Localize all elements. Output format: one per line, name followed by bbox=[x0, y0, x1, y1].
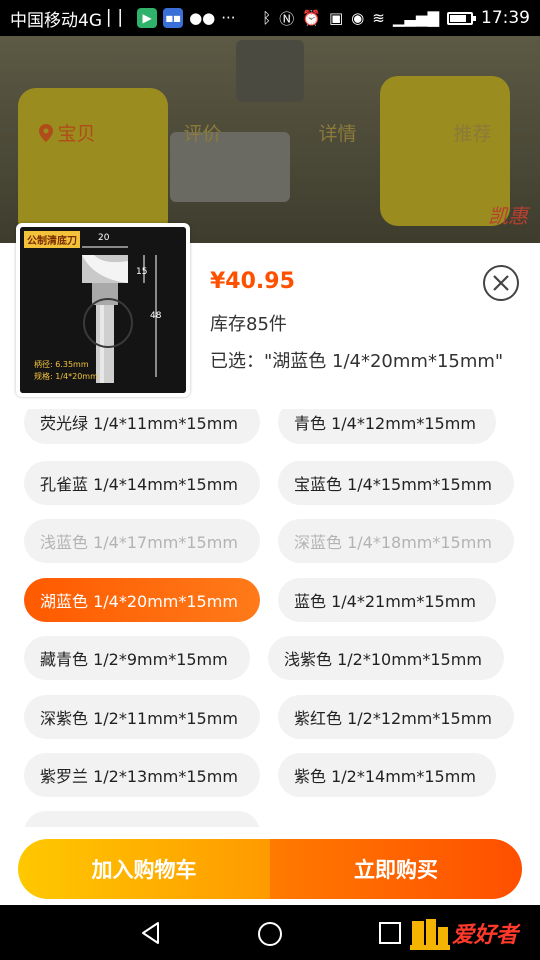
variant-option[interactable]: 孔雀蓝 1/4*14mm*15mm bbox=[24, 461, 260, 505]
carrier-label: 中国移动4G bbox=[10, 10, 102, 31]
variant-option[interactable]: 荧光绿 1/4*11mm*15mm bbox=[24, 409, 260, 444]
add-to-cart-button[interactable]: 加入购物车 bbox=[18, 839, 270, 899]
variant-option[interactable]: 紫色 1/2*14mm*15mm bbox=[278, 753, 496, 797]
tab-label: 推荐 bbox=[453, 122, 492, 145]
selected-variant: 已选："湖蓝色 1/4*20mm*15mm" bbox=[210, 351, 504, 372]
location-pin-icon bbox=[39, 123, 54, 142]
tab-reviews: 评价 bbox=[135, 119, 270, 146]
dim-label: 20 bbox=[98, 233, 110, 243]
tab-label: 详情 bbox=[318, 122, 357, 145]
tab-details: 详情 bbox=[270, 119, 405, 146]
variant-option-disabled: 浅蓝色 1/4*17mm*15mm bbox=[24, 519, 260, 563]
shop-logo: 凯惠 bbox=[488, 204, 528, 228]
signal-icon: ▁▃▅▇ bbox=[392, 9, 439, 27]
variant-option[interactable]: 宝蓝色 1/4*15mm*15mm bbox=[278, 461, 514, 505]
recent-square-icon bbox=[379, 922, 401, 944]
close-icon bbox=[483, 265, 519, 301]
home-circle-icon bbox=[258, 922, 282, 946]
variant-option-disabled: 深蓝色 1/4*18mm*15mm bbox=[278, 519, 514, 563]
wechat-icon: ●● bbox=[189, 9, 216, 27]
alarm-icon: ⏰ bbox=[302, 9, 321, 27]
hd-audio-icon: ▏▏ bbox=[108, 9, 132, 27]
variant-option[interactable]: 紫罗兰 1/2*13mm*15mm bbox=[24, 753, 260, 797]
system-nav-bar: 爱好者 bbox=[0, 905, 540, 960]
dim-label: 48 bbox=[150, 311, 162, 321]
spec-label: 柄径: 6.35mm bbox=[34, 360, 89, 369]
spec-label: 规格: 1/4*20mm bbox=[34, 372, 98, 381]
more-icon: ··· bbox=[221, 9, 236, 27]
buy-now-button[interactable]: 立即购买 bbox=[270, 839, 522, 899]
tab-recommend: 推荐 bbox=[405, 119, 540, 146]
hd-icon: ▣ bbox=[328, 9, 344, 27]
variant-option-selected[interactable]: 湖蓝色 1/4*20mm*15mm bbox=[24, 578, 260, 622]
battery-icon bbox=[447, 11, 476, 25]
close-button[interactable] bbox=[481, 263, 521, 303]
nfc-icon: Ⓝ bbox=[279, 9, 295, 28]
status-bar: 中国移动4G ▏▏ ▶ ■■ ●● ··· ᛒ Ⓝ ⏰ ▣ ◉ ≋ ▁▃▅▇ 1… bbox=[0, 0, 540, 36]
news-app-icon: ■■ bbox=[163, 8, 184, 28]
variant-option[interactable]: 浅紫色 1/2*10mm*15mm bbox=[268, 636, 504, 680]
product-tag: 公制清底刀 bbox=[24, 231, 80, 248]
watermark-brand: 爱好者 bbox=[410, 915, 518, 951]
back-button[interactable] bbox=[138, 920, 164, 950]
tab-product: 宝贝 bbox=[0, 119, 135, 146]
clock: 17:39 bbox=[481, 8, 530, 28]
wifi-icon: ≋ bbox=[372, 9, 385, 27]
stock-count: 库存85件 bbox=[210, 314, 287, 335]
variant-option[interactable]: 深紫色 1/2*11mm*15mm bbox=[24, 695, 260, 739]
recent-apps-button[interactable] bbox=[378, 921, 402, 949]
tab-label: 评价 bbox=[183, 122, 222, 145]
variant-option[interactable]: 蓝色 1/4*21mm*15mm bbox=[278, 578, 496, 622]
brand-text: 爱好者 bbox=[452, 923, 519, 948]
tab-label: 宝贝 bbox=[57, 122, 96, 145]
bg-shape bbox=[236, 40, 304, 102]
bg-shape bbox=[18, 88, 168, 238]
eye-icon: ◉ bbox=[351, 9, 365, 27]
home-button[interactable] bbox=[256, 920, 284, 952]
brand-logo-icon bbox=[410, 919, 450, 950]
bluetooth-icon: ᛒ bbox=[262, 9, 272, 27]
product-thumbnail[interactable]: 公制清底刀 20 15 48 柄径: 6.35mm 规格: 1/4*20mm bbox=[16, 223, 190, 397]
price: ¥40.95 bbox=[210, 269, 295, 294]
variant-option[interactable]: 紫红色 1/2*12mm*15mm bbox=[278, 695, 514, 739]
dim-label: 15 bbox=[136, 267, 148, 277]
sku-sheet: 公制清底刀 20 15 48 柄径: 6.35mm 规格: 1/4*20mm ¥… bbox=[0, 223, 540, 905]
back-triangle-icon bbox=[142, 922, 159, 944]
background-product-image: 宝贝 评价 详情 推荐 凯惠 bbox=[0, 36, 540, 243]
variant-option[interactable]: 藏青色 1/2*9mm*15mm bbox=[24, 636, 250, 680]
product-image: 公制清底刀 20 15 48 柄径: 6.35mm 规格: 1/4*20mm bbox=[20, 227, 186, 393]
product-tabs: 宝贝 评价 详情 推荐 bbox=[0, 112, 540, 152]
variant-option[interactable]: 青色 1/4*12mm*15mm bbox=[278, 409, 496, 444]
variant-options: 荧光绿 1/4*11mm*15mm 青色 1/4*12mm*15mm 孔雀蓝 1… bbox=[0, 409, 540, 827]
media-app-icon: ▶ bbox=[137, 8, 158, 28]
variant-option-partial[interactable] bbox=[24, 811, 260, 827]
